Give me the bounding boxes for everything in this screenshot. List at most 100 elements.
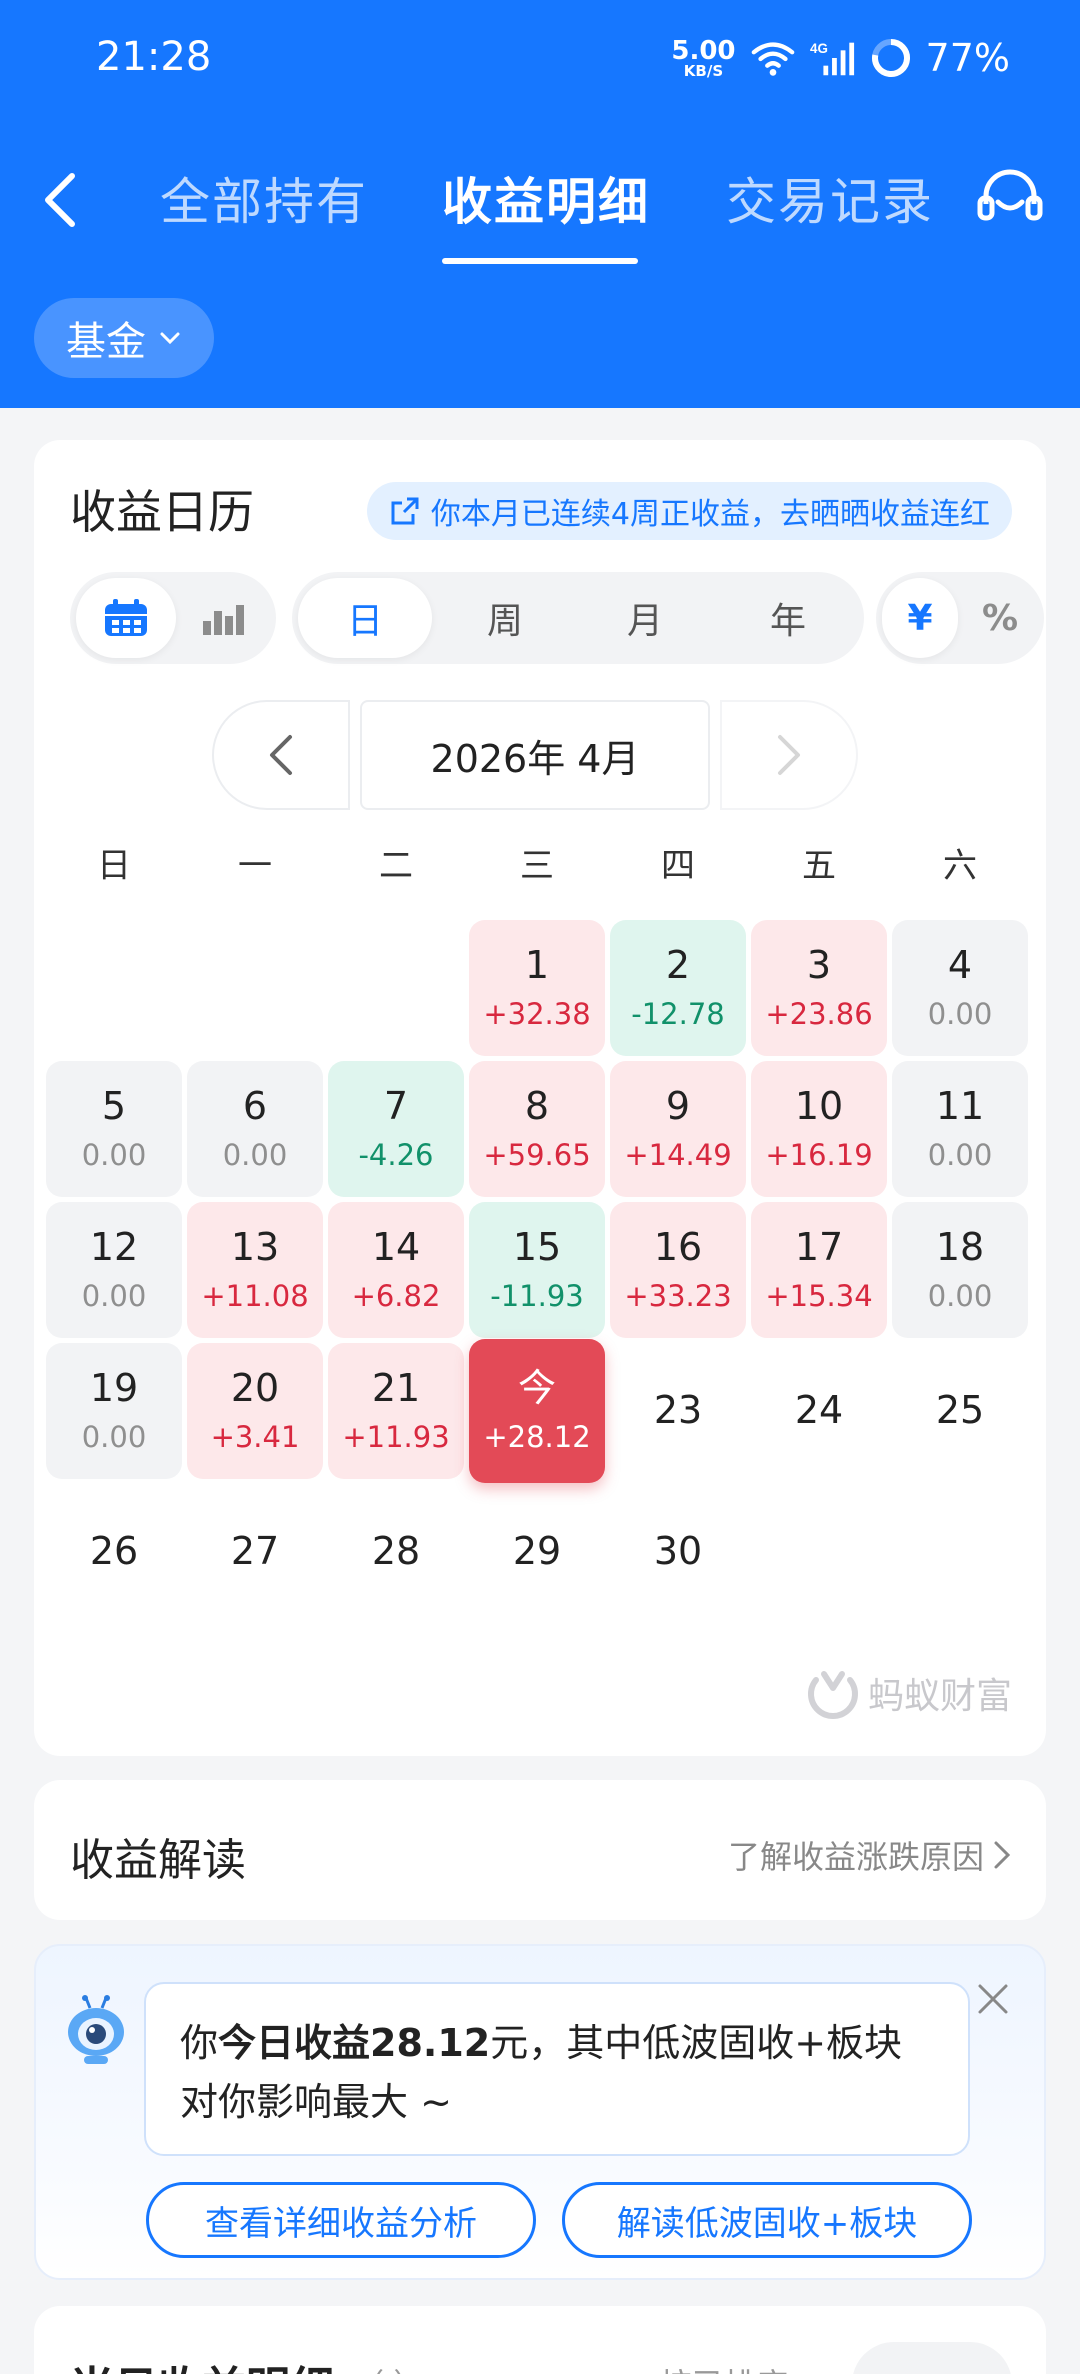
calendar-day[interactable]: 30 bbox=[610, 1484, 746, 1620]
period-week-button[interactable]: 周 bbox=[438, 578, 572, 658]
prev-month-button[interactable] bbox=[212, 700, 350, 810]
calendar-day[interactable]: 10 +16.19 bbox=[751, 1061, 887, 1197]
day-number: 17 bbox=[794, 1224, 844, 1269]
day-number: 1 bbox=[524, 942, 550, 987]
list-view-toggle[interactable] bbox=[852, 2342, 1012, 2374]
unit-percent-button[interactable]: % bbox=[962, 578, 1038, 658]
day-income-value: 0.00 bbox=[81, 1138, 147, 1173]
period-day-button[interactable]: 日 bbox=[298, 578, 432, 658]
battery-ring-icon bbox=[871, 39, 910, 77]
fund-filter-dropdown[interactable]: 基金 bbox=[34, 298, 214, 378]
day-income-value: +11.93 bbox=[342, 1420, 450, 1455]
calendar-day[interactable]: 11 0.00 bbox=[892, 1061, 1028, 1197]
unit-yuan-button[interactable]: ¥ bbox=[882, 578, 958, 658]
tab-income-detail[interactable]: 收益明细 bbox=[442, 162, 650, 234]
calendar-day[interactable]: 5 0.00 bbox=[46, 1061, 182, 1197]
cellular-signal-icon: 4G bbox=[810, 41, 854, 76]
interpret-link[interactable]: 了解收益涨跌原因 bbox=[728, 1832, 1012, 1878]
calendar-day[interactable]: 2 -12.78 bbox=[610, 920, 746, 1056]
month-navigator: 2026年 4月 bbox=[212, 700, 862, 810]
day-number: 18 bbox=[935, 1224, 985, 1269]
period-year-button[interactable]: 年 bbox=[718, 578, 858, 658]
view-analysis-button[interactable]: 查看详细收益分析 bbox=[146, 2182, 536, 2258]
day-income-value: -4.26 bbox=[358, 1138, 434, 1173]
day-income-value: +16.19 bbox=[765, 1138, 873, 1173]
calendar-day[interactable]: 20 +3.41 bbox=[187, 1343, 323, 1479]
calendar-day[interactable]: 17 +15.34 bbox=[751, 1202, 887, 1338]
calendar-day[interactable]: 18 0.00 bbox=[892, 1202, 1028, 1338]
calendar-day-today[interactable]: 今 +28.12 bbox=[469, 1339, 605, 1483]
calendar-day[interactable]: 12 0.00 bbox=[46, 1202, 182, 1338]
tab-all-holdings[interactable]: 全部持有 bbox=[160, 162, 368, 234]
chevron-left-icon bbox=[45, 173, 75, 227]
calendar-view-button[interactable] bbox=[76, 578, 176, 658]
net-speed: 5.00 KB/S bbox=[671, 38, 735, 79]
calendar-day[interactable]: 26 bbox=[46, 1484, 182, 1620]
weekday-label: 四 bbox=[661, 846, 695, 886]
brand-watermark: 蚂蚁财富 bbox=[806, 1666, 1012, 1720]
day-income-value: -11.93 bbox=[490, 1279, 584, 1314]
day-number: 3 bbox=[806, 942, 832, 987]
calendar-controls: 日 周 月 年 ¥ % bbox=[70, 572, 1044, 664]
day-income-value: +32.38 bbox=[483, 997, 591, 1032]
weekday-label: 五 bbox=[802, 846, 836, 886]
view-toggle bbox=[70, 572, 276, 664]
calendar-grid: 1 +32.38 2 -12.78 3 +23.86 4 0.00 5 0.00 6 0.00 7 -4.… bbox=[46, 920, 1034, 1620]
ai-tip-card: 你今日收益28.12元，其中低波固收+板块对你影响最大 ~ 查看详细收益分析 解… bbox=[34, 1944, 1046, 2280]
day-income-value: 0.00 bbox=[927, 1279, 993, 1314]
day-income-value: +14.49 bbox=[624, 1138, 732, 1173]
day-number: 16 bbox=[653, 1224, 703, 1269]
calendar-day[interactable]: 9 +14.49 bbox=[610, 1061, 746, 1197]
weekday-header: 日一二三四五六 bbox=[46, 838, 1034, 898]
chart-view-button[interactable] bbox=[176, 578, 270, 658]
chevron-left-icon bbox=[270, 735, 292, 775]
tab-trade-records[interactable]: 交易记录 bbox=[726, 162, 934, 234]
day-number: 6 bbox=[242, 1083, 268, 1128]
day-number: 13 bbox=[230, 1224, 280, 1269]
calendar-day[interactable]: 28 bbox=[328, 1484, 464, 1620]
income-interpret-card: 收益解读 了解收益涨跌原因 bbox=[34, 1780, 1046, 1920]
calendar-day[interactable]: 21 +11.93 bbox=[328, 1343, 464, 1479]
calendar-day[interactable]: 27 bbox=[187, 1484, 323, 1620]
calendar-day[interactable]: 8 +59.65 bbox=[469, 1061, 605, 1197]
calendar-day[interactable]: 13 +11.08 bbox=[187, 1202, 323, 1338]
active-tab-indicator bbox=[442, 258, 638, 264]
calendar-day[interactable]: 29 bbox=[469, 1484, 605, 1620]
day-number: 25 bbox=[935, 1388, 985, 1433]
ai-tip-bubble: 你今日收益28.12元，其中低波固收+板块对你影响最大 ~ bbox=[144, 1982, 970, 2156]
calendar-day[interactable]: 6 0.00 bbox=[187, 1061, 323, 1197]
status-bar: 21:28 5.00 KB/S 4G 77% bbox=[0, 0, 1080, 120]
calendar-day[interactable]: 16 +33.23 bbox=[610, 1202, 746, 1338]
calendar-day[interactable]: 23 bbox=[610, 1343, 746, 1479]
day-number: 20 bbox=[230, 1365, 280, 1410]
bar-chart-icon bbox=[203, 605, 244, 635]
calendar-day[interactable]: 24 bbox=[751, 1343, 887, 1479]
back-button[interactable] bbox=[30, 160, 90, 240]
sort-toggle[interactable]: 按已排序 bbox=[660, 2360, 788, 2374]
calendar-day[interactable]: 15 -11.93 bbox=[469, 1202, 605, 1338]
calendar-day[interactable]: 25 bbox=[892, 1343, 1028, 1479]
streak-share-badge[interactable]: 你本月已连续4周正收益，去晒晒收益连红 bbox=[366, 482, 1012, 540]
daily-detail-title: 当日收益明细 bbox=[70, 2352, 334, 2374]
calendar-day[interactable]: 14 +6.82 bbox=[328, 1202, 464, 1338]
unit-toggle: ¥ % bbox=[876, 572, 1044, 664]
day-number: 2 bbox=[665, 942, 691, 987]
chevron-right-icon bbox=[994, 1841, 1011, 1869]
day-income-value: +11.08 bbox=[201, 1279, 309, 1314]
month-label[interactable]: 2026年 4月 bbox=[360, 700, 710, 810]
calendar-title: 收益日历 bbox=[70, 485, 254, 539]
daily-income-detail-card: 当日收益明细 （ ） 按已排序 bbox=[34, 2306, 1046, 2374]
calendar-day[interactable]: 4 0.00 bbox=[892, 920, 1028, 1056]
calendar-day[interactable]: 1 +32.38 bbox=[469, 920, 605, 1056]
day-number: 19 bbox=[89, 1365, 139, 1410]
next-month-button[interactable] bbox=[720, 700, 858, 810]
income-calendar-card: 收益日历 你本月已连续4周正收益，去晒晒收益连红 日 周 月 年 ¥ % 202… bbox=[34, 440, 1046, 1756]
calendar-day[interactable]: 7 -4.26 bbox=[328, 1061, 464, 1197]
period-month-button[interactable]: 月 bbox=[578, 578, 712, 658]
calendar-day[interactable]: 3 +23.86 bbox=[751, 920, 887, 1056]
customer-service-icon[interactable] bbox=[972, 162, 1048, 238]
interpret-sector-button[interactable]: 解读低波固收+板块 bbox=[562, 2182, 972, 2258]
close-icon[interactable] bbox=[970, 1976, 1016, 2022]
calendar-day[interactable]: 19 0.00 bbox=[46, 1343, 182, 1479]
day-number: 29 bbox=[512, 1529, 562, 1574]
